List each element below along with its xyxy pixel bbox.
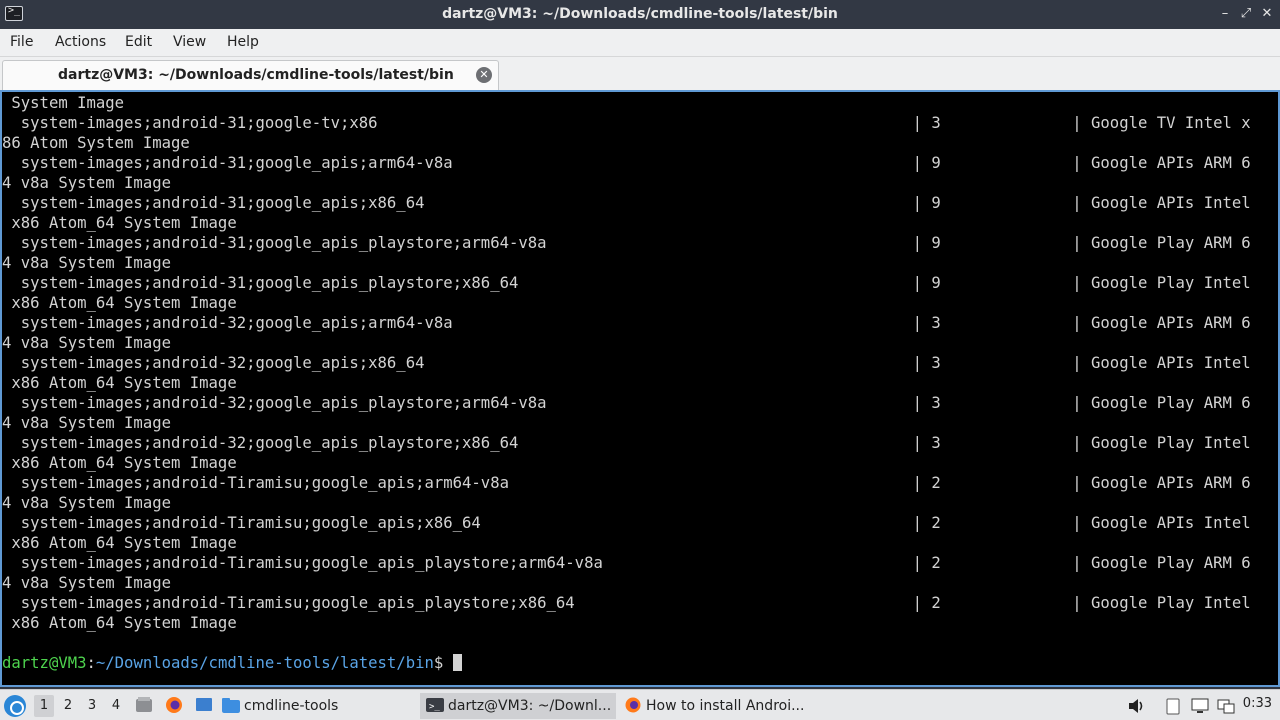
terminal-line: x86 Atom_64 System Image (2, 454, 237, 472)
terminal-line: system-images;android-32;google_apis_pla… (2, 394, 1251, 412)
screen-icon[interactable] (1190, 696, 1210, 716)
network-icon[interactable] (1216, 696, 1236, 716)
folder-icon (222, 698, 240, 713)
task-label: cmdline-tools (244, 698, 339, 714)
terminal-line: 86 Atom System Image (2, 134, 190, 152)
terminal-tab-label: dartz@VM3: ~/Downloads/cmdline-tools/lat… (58, 67, 454, 83)
prompt-line[interactable]: dartz@VM3:~/Downloads/cmdline-tools/late… (2, 653, 1251, 673)
tab-bar: dartz@VM3: ~/Downloads/cmdline-tools/lat… (0, 57, 1280, 90)
terminal-line: system-images;android-32;google_apis;arm… (2, 314, 1251, 332)
task-firefox[interactable]: How to install Androi... (624, 693, 820, 719)
terminal-line: 4 v8a System Image (2, 254, 171, 272)
volume-icon[interactable] (1126, 696, 1146, 716)
terminal-line: system-images;android-31;google_apis;x86… (2, 194, 1251, 212)
terminal-line: system-images;android-Tiramisu;google_ap… (2, 474, 1251, 492)
menu-actions[interactable]: Actions (55, 34, 106, 50)
terminal-line: system-images;android-32;google_apis_pla… (2, 434, 1251, 452)
svg-text:>_: >_ (429, 702, 440, 712)
menu-edit[interactable]: Edit (125, 34, 152, 50)
show-desktop-icon[interactable] (194, 695, 214, 715)
menu-help[interactable]: Help (227, 34, 259, 50)
terminal-icon: >_ (426, 698, 444, 712)
terminal-line: x86 Atom_64 System Image (2, 374, 237, 392)
terminal-line: 4 v8a System Image (2, 334, 171, 352)
prompt-separator: : (86, 654, 96, 672)
close-tab-icon[interactable]: ✕ (476, 67, 492, 83)
firefox-icon (625, 697, 641, 713)
taskbar: 1 2 3 4 cmdline-tools >_ dartz@VM3: ~/Dow… (0, 689, 1280, 720)
start-menu-icon[interactable] (4, 695, 26, 717)
clock[interactable]: 0:33 (1243, 696, 1272, 711)
task-label: How to install Androi... (646, 698, 805, 714)
terminal-tab[interactable]: dartz@VM3: ~/Downloads/cmdline-tools/lat… (2, 60, 499, 90)
text-cursor (452, 654, 462, 671)
task-terminal[interactable]: >_ dartz@VM3: ~/Downl... (420, 693, 616, 719)
terminal-line: x86 Atom_64 System Image (2, 294, 237, 312)
minimize-icon[interactable]: – (1217, 6, 1233, 22)
workspace-4[interactable]: 4 (106, 695, 126, 717)
prompt-path: ~/Downloads/cmdline-tools/latest/bin (95, 654, 434, 672)
close-window-icon[interactable]: ✕ (1259, 6, 1275, 22)
workspace-3[interactable]: 3 (82, 695, 102, 717)
terminal-line: System Image (2, 94, 125, 112)
workspace-2[interactable]: 2 (58, 695, 78, 717)
terminal-line: x86 Atom_64 System Image (2, 214, 237, 232)
prompt-symbol: $ (433, 654, 453, 672)
terminal-line: 4 v8a System Image (2, 574, 171, 592)
terminal-output[interactable]: System Image system-images;android-31;go… (0, 90, 1280, 687)
terminal-lines: System Image system-images;android-31;go… (2, 93, 1251, 673)
menu-view[interactable]: View (173, 34, 206, 50)
terminal-line: 4 v8a System Image (2, 494, 171, 512)
clipboard-icon[interactable] (1163, 696, 1183, 716)
maximize-icon[interactable]: ⤢ (1238, 6, 1254, 22)
task-cmdline-tools[interactable]: cmdline-tools (222, 693, 414, 719)
terminal-line: system-images;android-31;google_apis;arm… (2, 154, 1251, 172)
firefox-launcher-icon[interactable] (164, 695, 184, 715)
task-label: dartz@VM3: ~/Downl... (448, 698, 612, 714)
terminal-line: system-images;android-Tiramisu;google_ap… (2, 514, 1251, 532)
terminal-line: system-images;android-32;google_apis;x86… (2, 354, 1251, 372)
terminal-line: 4 v8a System Image (2, 174, 171, 192)
file-manager-icon[interactable] (134, 695, 154, 715)
window-titlebar[interactable]: >_ dartz@VM3: ~/Downloads/cmdline-tools/… (0, 0, 1280, 29)
prompt-user-host: dartz@VM3 (2, 654, 87, 672)
terminal-line: system-images;android-Tiramisu;google_ap… (2, 554, 1251, 572)
terminal-line: 4 v8a System Image (2, 414, 171, 432)
terminal-line: system-images;android-31;google_apis_pla… (2, 234, 1251, 252)
terminal-line: system-images;android-31;google-tv;x86 |… (2, 114, 1251, 132)
menu-file[interactable]: File (10, 34, 33, 50)
workspace-1[interactable]: 1 (34, 695, 54, 717)
window-title: dartz@VM3: ~/Downloads/cmdline-tools/lat… (442, 6, 838, 22)
terminal-line: x86 Atom_64 System Image (2, 534, 237, 552)
terminal-line: x86 Atom_64 System Image (2, 614, 237, 632)
terminal-line: system-images;android-Tiramisu;google_ap… (2, 594, 1251, 612)
terminal-line: system-images;android-31;google_apis_pla… (2, 274, 1251, 292)
menu-bar: File Actions Edit View Help (0, 29, 1280, 57)
